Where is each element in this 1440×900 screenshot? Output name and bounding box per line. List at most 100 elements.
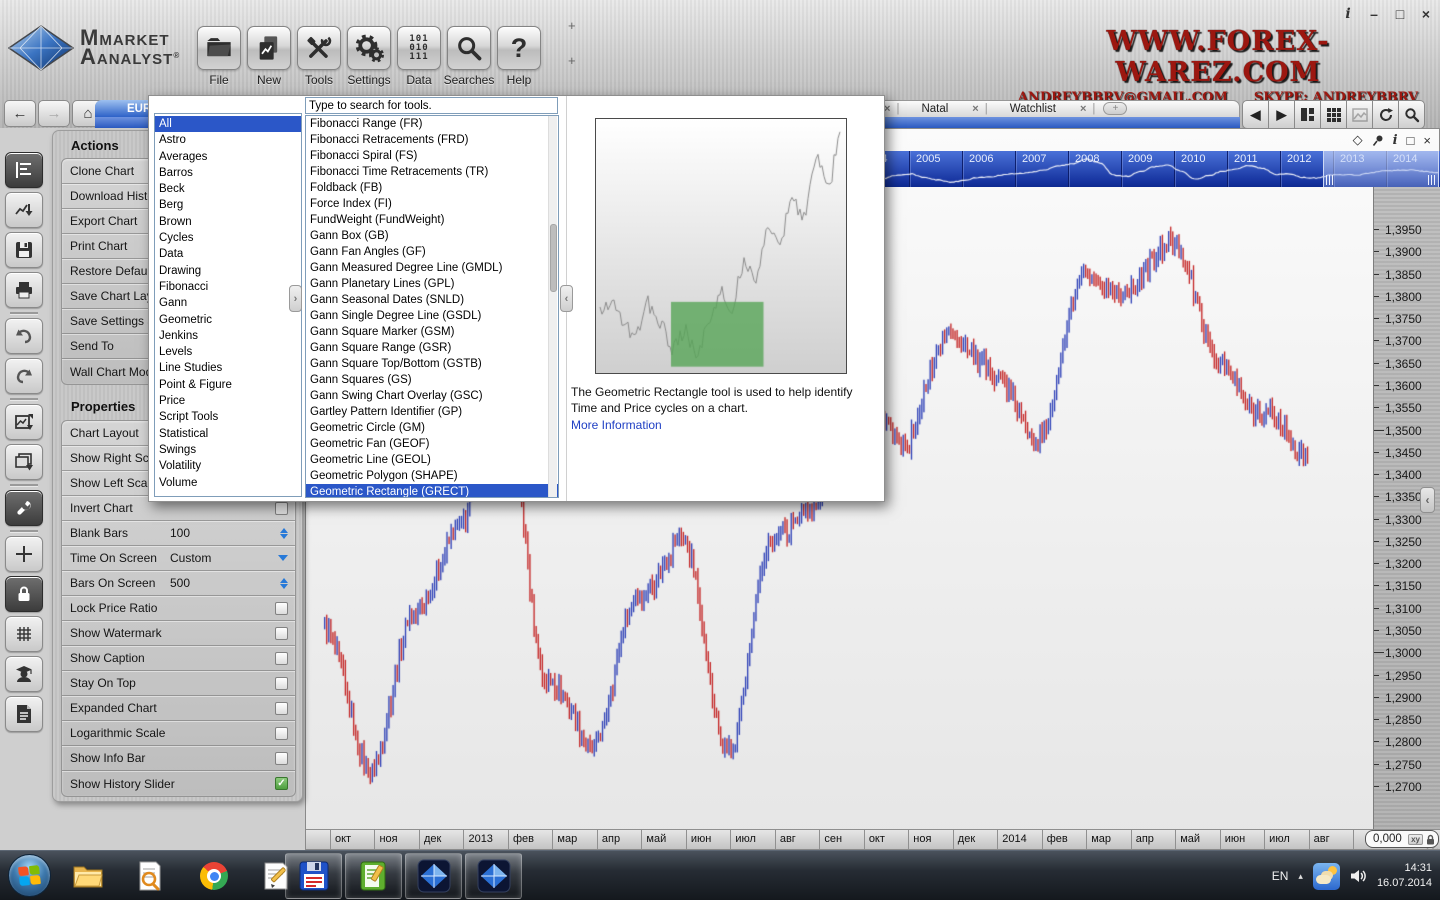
category-volume[interactable]: Volume — [155, 475, 301, 491]
category-averages[interactable]: Averages — [155, 149, 301, 165]
lock-button[interactable] — [5, 576, 43, 612]
chevron-down-icon[interactable] — [278, 555, 288, 561]
selection-right-grip[interactable] — [1428, 175, 1436, 185]
category-statistical[interactable]: Statistical — [155, 426, 301, 442]
tool-gann-box-gb[interactable]: Gann Box (GB) — [306, 228, 558, 244]
tool-list-scrollbar[interactable] — [548, 116, 557, 497]
tool-gann-square-marker-gsm[interactable]: Gann Square Marker (GSM) — [306, 324, 558, 340]
print-button[interactable] — [5, 272, 43, 308]
tab-natal[interactable]: Natal — [901, 103, 968, 115]
property-time-on-screen[interactable]: Time On Screen Custom — [62, 546, 295, 571]
category-astro[interactable]: Astro — [155, 132, 301, 148]
property-bars-on-screen[interactable]: Bars On Screen 500 — [62, 571, 295, 596]
tool-fibonacci-retracements-frd[interactable]: Fibonacci Retracements (FRD) — [306, 132, 558, 148]
crosshair-button[interactable] — [5, 536, 43, 572]
category-cycles[interactable]: Cycles — [155, 230, 301, 246]
history-selection[interactable] — [1323, 151, 1439, 187]
settings-button[interactable]: Settings — [346, 26, 392, 87]
property-blank-bars[interactable]: Blank Bars 100 — [62, 521, 295, 546]
property-expanded-chart[interactable]: Expanded Chart — [62, 696, 295, 721]
property-stay-on-top[interactable]: Stay On Top — [62, 671, 295, 696]
market-analyst-app-button-2[interactable] — [465, 853, 522, 899]
download-history-button[interactable] — [5, 192, 43, 228]
search-taskbar-icon[interactable] — [134, 860, 166, 892]
window-maximize-icon[interactable]: □ — [1392, 6, 1408, 22]
redo-button[interactable] — [5, 358, 43, 394]
checkbox-icon[interactable] — [275, 651, 288, 665]
property-show-caption[interactable]: Show Caption — [62, 646, 295, 671]
grid-view-button[interactable] — [1320, 100, 1347, 129]
tool-fibonacci-spiral-fs[interactable]: Fibonacci Spiral (FS) — [306, 148, 558, 164]
tool-gann-square-top-bottom-gstb[interactable]: Gann Square Top/Bottom (GSTB) — [306, 356, 558, 372]
spinner-icon[interactable] — [280, 577, 288, 589]
checkbox-icon[interactable] — [275, 751, 288, 765]
tool-geometric-circle-gm[interactable]: Geometric Circle (GM) — [306, 420, 558, 436]
image-button[interactable] — [1346, 100, 1373, 129]
tool-geometric-fan-geof[interactable]: Geometric Fan (GEOF) — [306, 436, 558, 452]
tool-gann-planetary-lines-gpl[interactable]: Gann Planetary Lines (GPL) — [306, 276, 558, 292]
tool-gann-measured-degree-line-gmdl[interactable]: Gann Measured Degree Line (GMDL) — [306, 260, 558, 276]
chart-structure-button[interactable] — [5, 152, 43, 188]
checkbox-checked-icon[interactable]: ✓ — [275, 777, 288, 790]
category-script-tools[interactable]: Script Tools — [155, 409, 301, 425]
market-analyst-app-button[interactable] — [405, 853, 462, 899]
searches-button[interactable]: Searches — [444, 26, 494, 87]
next-chart-button[interactable]: ▶ — [1268, 100, 1295, 129]
tab-watchlist[interactable]: Watchlist — [990, 103, 1076, 115]
grid-toggle-button[interactable] — [5, 616, 43, 652]
tool-gartley-pattern-identifier-gp[interactable]: Gartley Pattern Identifier (GP) — [306, 404, 558, 420]
tool-gann-swing-chart-overlay-gsc[interactable]: Gann Swing Chart Overlay (GSC) — [306, 388, 558, 404]
tool-fibonacci-time-retracements-tr[interactable]: Fibonacci Time Retracements (TR) — [306, 164, 558, 180]
layout-button[interactable] — [1294, 100, 1321, 129]
scale-collapse-button[interactable]: ‹ — [1420, 487, 1435, 513]
chart-pin-icon[interactable] — [1372, 134, 1384, 147]
window-minimize-icon[interactable]: – — [1366, 6, 1382, 22]
notes-button[interactable] — [5, 696, 43, 732]
tool-gann-seasonal-dates-snld[interactable]: Gann Seasonal Dates (SNLD) — [306, 292, 558, 308]
chart-close-icon[interactable]: × — [1423, 133, 1431, 148]
property-show-watermark[interactable]: Show Watermark — [62, 621, 295, 646]
property-show-info-bar[interactable]: Show Info Bar — [62, 746, 295, 771]
category-data[interactable]: Data — [155, 246, 301, 262]
category-levels[interactable]: Levels — [155, 344, 301, 360]
property-logarithmic-scale[interactable]: Logarithmic Scale — [62, 721, 295, 746]
preview-collapse-button[interactable]: ‹ — [560, 285, 573, 312]
category-collapse-button[interactable]: › — [289, 285, 302, 312]
chart-maximize-icon[interactable]: □ — [1407, 133, 1415, 148]
help-button[interactable]: ? Help — [496, 26, 542, 87]
volume-icon[interactable] — [1350, 868, 1367, 884]
export-image-button[interactable] — [5, 404, 43, 440]
search-chart-button[interactable] — [1398, 100, 1425, 129]
start-button[interactable] — [8, 854, 51, 897]
tray-expand-icon[interactable]: ▴ — [1298, 871, 1303, 882]
window-info-icon[interactable]: i — [1340, 6, 1356, 22]
time-axis[interactable]: окт ноя дек 2013 фев мар апр май июн июл авг сен окт… — [306, 829, 1440, 849]
checkbox-icon[interactable] — [275, 701, 288, 715]
notes-app-button[interactable] — [345, 853, 402, 899]
undo-button[interactable] — [5, 318, 43, 354]
tool-geometric-polygon-shape[interactable]: Geometric Polygon (SHAPE) — [306, 468, 558, 484]
tool-gann-fan-angles-gf[interactable]: Gann Fan Angles (GF) — [306, 244, 558, 260]
tool-fundweight-fundweight[interactable]: FundWeight (FundWeight) — [306, 212, 558, 228]
category-volatility[interactable]: Volatility — [155, 458, 301, 474]
category-point-figure[interactable]: Point & Figure — [155, 377, 301, 393]
weather-tray-icon[interactable] — [1312, 862, 1340, 890]
new-tab-button[interactable]: + — [1103, 102, 1128, 115]
file-button[interactable]: File — [196, 26, 242, 87]
tool-fibonacci-range-fr[interactable]: Fibonacci Range (FR) — [306, 116, 558, 132]
tool-force-index-fi[interactable]: Force Index (FI) — [306, 196, 558, 212]
category-berg[interactable]: Berg — [155, 197, 301, 213]
forward-button[interactable]: → — [38, 100, 70, 127]
category-line-studies[interactable]: Line Studies — [155, 360, 301, 376]
selection-left-grip[interactable] — [1326, 175, 1334, 185]
category-geometric[interactable]: Geometric — [155, 312, 301, 328]
window-close-icon[interactable]: × — [1418, 6, 1434, 22]
tools-button[interactable]: Tools — [296, 26, 342, 87]
category-fibonacci[interactable]: Fibonacci — [155, 279, 301, 295]
prev-chart-button[interactable]: ◀ — [1242, 100, 1269, 129]
tool-gann-square-range-gsr[interactable]: Gann Square Range (GSR) — [306, 340, 558, 356]
checkbox-icon[interactable] — [275, 676, 288, 690]
checkbox-icon[interactable] — [275, 726, 288, 740]
tools-panel-button[interactable] — [5, 490, 43, 526]
category-price[interactable]: Price — [155, 393, 301, 409]
